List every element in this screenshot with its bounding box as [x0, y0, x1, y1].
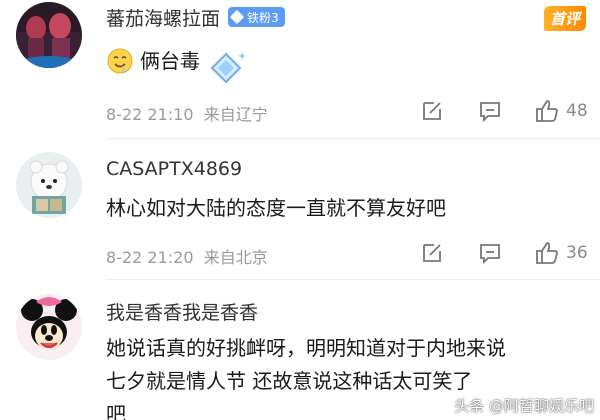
- comment-meta: 8-22 21:20 来自北京: [106, 248, 268, 267]
- comment-username[interactable]: 我是香香我是香香: [106, 298, 258, 325]
- share-button[interactable]: [420, 96, 478, 126]
- like-count: 48: [566, 101, 588, 121]
- first-review-tag: 首评: [543, 6, 586, 31]
- comment-text-line: 她说话真的好挑衅呀，明明知道对于内地来说: [106, 336, 506, 360]
- avatar[interactable]: [16, 2, 82, 68]
- comment-icon: [480, 244, 500, 265]
- avatar[interactable]: [16, 152, 82, 218]
- thumbs-up-icon: [536, 242, 558, 264]
- comment-text-line: 七夕就是情人节 还故意说这种话太可笑了: [106, 369, 473, 393]
- avatar-image-icon: [16, 152, 82, 218]
- comment-actions: 36: [420, 238, 590, 268]
- reply-button[interactable]: [478, 96, 534, 126]
- thumbs-up-icon: [536, 100, 558, 122]
- like-button[interactable]: 36: [534, 238, 590, 268]
- like-count: 36: [566, 243, 588, 263]
- comment-actions: 48: [420, 96, 590, 126]
- sparkle-diamond-icon: [210, 52, 246, 84]
- comment-username[interactable]: 蕃茄海螺拉面 铁粉3: [106, 4, 285, 31]
- comment-text: 林心如对大陆的态度一直就不算友好吧: [106, 196, 446, 220]
- fan-badge: 铁粉3: [228, 7, 285, 27]
- divider: [106, 138, 600, 139]
- diamond-icon: [229, 9, 245, 25]
- drooling-emoji-icon: [107, 48, 133, 74]
- share-icon: [423, 244, 441, 262]
- watermark: 头条 @阿哲聊娱乐吧: [454, 397, 594, 415]
- share-icon: [423, 102, 441, 120]
- avatar-image-icon: [16, 2, 82, 68]
- comment-item: 蕃茄海螺拉面 铁粉3 首评 俩台毒 8-22 21:10 来自辽宁 48: [0, 0, 600, 140]
- comment-meta: 8-22 21:10 来自辽宁: [106, 105, 268, 124]
- avatar-image-icon: [16, 294, 82, 360]
- avatar[interactable]: [16, 294, 82, 360]
- comment-username[interactable]: CASAPTX4869: [106, 158, 242, 180]
- reply-button[interactable]: [478, 238, 534, 268]
- comment-item: CASAPTX4869 林心如对大陆的态度一直就不算友好吧 8-22 21:20…: [0, 140, 600, 280]
- share-button[interactable]: [420, 238, 478, 268]
- comment-text: 俩台毒: [106, 34, 248, 88]
- comment-icon: [480, 102, 500, 123]
- comment-text-line: 吧: [106, 402, 126, 420]
- like-button[interactable]: 48: [534, 96, 590, 126]
